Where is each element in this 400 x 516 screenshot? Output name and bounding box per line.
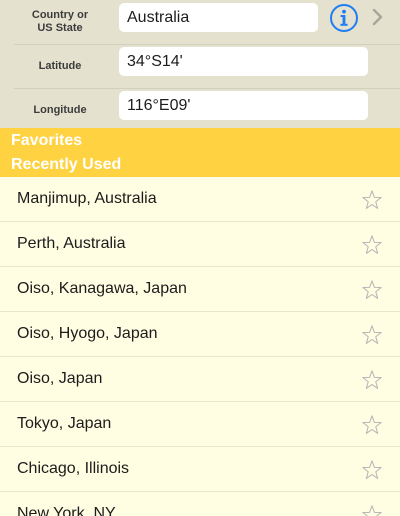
country-label-line1: Country or (31, 9, 89, 21)
star-outline-icon (362, 460, 382, 479)
star-outline-icon (362, 505, 382, 516)
chevron-right-icon (372, 8, 383, 26)
list-item[interactable]: Chicago, Illinois (0, 447, 400, 492)
list-item[interactable]: Oiso, Hyogo, Japan (0, 312, 400, 357)
list-item[interactable]: Perth, Australia (0, 222, 400, 267)
list-item[interactable]: Oiso, Kanagawa, Japan (0, 267, 400, 312)
recent-locations-list: Manjimup, Australia Perth, Australia Ois… (0, 177, 400, 516)
latitude-row: Latitude (0, 44, 400, 88)
chevron-button[interactable] (369, 5, 387, 29)
favorite-button[interactable] (361, 414, 383, 436)
list-item-label: New York, NY (17, 505, 116, 516)
list-item-label: Manjimup, Australia (17, 190, 157, 207)
list-item-label: Tokyo, Japan (17, 415, 112, 432)
latitude-label: Latitude (38, 59, 82, 72)
country-label: Country or US State (0, 0, 120, 44)
list-item[interactable]: Manjimup, Australia (0, 177, 400, 222)
star-outline-icon (362, 325, 382, 344)
list-item-label: Oiso, Japan (17, 370, 103, 387)
favorite-button[interactable] (361, 279, 383, 301)
star-outline-icon (362, 235, 382, 254)
location-picker-screen: Country or US State Australia Latitude 3… (0, 0, 400, 516)
location-form: Country or US State Australia Latitude 3… (0, 0, 400, 128)
longitude-input[interactable] (119, 91, 368, 120)
star-outline-icon (362, 415, 382, 434)
list-item-label: Oiso, Kanagawa, Japan (17, 280, 187, 297)
latitude-input[interactable] (119, 47, 368, 76)
recently-used-section-header[interactable]: Recently Used (0, 153, 400, 177)
list-item[interactable]: New York, NY (0, 492, 400, 516)
favorite-button[interactable] (361, 369, 383, 391)
list-item[interactable]: Tokyo, Japan (0, 402, 400, 447)
longitude-label: Longitude (33, 103, 87, 116)
list-item[interactable]: Oiso, Japan (0, 357, 400, 402)
country-input[interactable] (119, 3, 318, 32)
star-outline-icon (362, 190, 382, 209)
favorite-button[interactable] (361, 324, 383, 346)
star-outline-icon (362, 370, 382, 389)
country-label-line2: US State (37, 22, 83, 34)
list-item-label: Oiso, Hyogo, Japan (17, 325, 158, 342)
favorites-section-header[interactable]: Favorites (0, 128, 400, 153)
favorite-button[interactable] (361, 189, 383, 211)
favorite-button[interactable] (361, 459, 383, 481)
favorite-button[interactable] (361, 234, 383, 256)
longitude-row: Longitude (0, 88, 400, 132)
info-icon (330, 4, 358, 32)
star-outline-icon (362, 280, 382, 299)
list-item-label: Chicago, Illinois (17, 460, 130, 477)
favorite-button[interactable] (361, 504, 383, 516)
info-button[interactable] (329, 3, 359, 33)
country-row: Country or US State (0, 0, 400, 44)
list-item-label: Perth, Australia (17, 235, 126, 252)
